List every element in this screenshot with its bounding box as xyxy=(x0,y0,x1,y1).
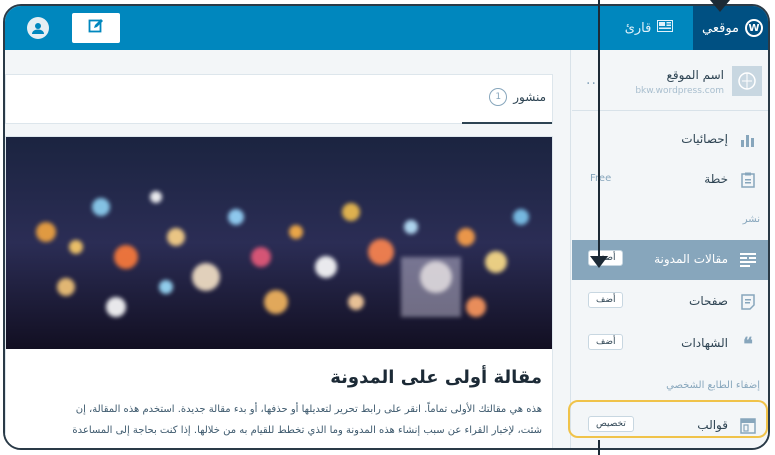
edit-icon xyxy=(88,18,104,38)
post-title[interactable]: مقالة أولى على المدونة xyxy=(330,367,542,388)
sidebar-item-label: الشهادات xyxy=(681,336,728,350)
post-excerpt-line-1: هذه هي مقالتك الأولى تماماً. انقر على را… xyxy=(75,404,542,415)
pages-icon xyxy=(738,292,758,312)
testimonials-icon: ❝ xyxy=(743,333,753,355)
plan-badge: Free xyxy=(590,173,612,184)
tab-published-label: منشور xyxy=(513,90,546,104)
site-icon xyxy=(732,66,762,96)
post-card[interactable]: مقالة أولى على المدونة هذه هي مقالتك الأ… xyxy=(5,136,553,448)
sidebar-item-pages[interactable]: صفحات أضف xyxy=(572,282,768,322)
sidebar-item-label: إحصائيات xyxy=(681,132,728,146)
post-excerpt-line-3: ... xyxy=(12,441,542,448)
user-avatar-icon[interactable] xyxy=(27,17,49,39)
callout-line-posts xyxy=(598,0,600,262)
reader-button[interactable]: قارئ xyxy=(605,6,693,50)
wordpress-logo-icon: W xyxy=(745,19,764,37)
masterbar: قارئ W موقعي xyxy=(5,6,768,50)
site-header[interactable]: اسم الموقع bkw.wordpress.com ... xyxy=(572,50,768,111)
sidebar-item-testimonials[interactable]: ❝ الشهادات أضف xyxy=(572,324,768,364)
section-label-publish: نشر xyxy=(742,214,760,225)
stats-icon xyxy=(738,130,758,150)
callout-arrow-mysite xyxy=(710,0,730,12)
sidebar: اسم الموقع bkw.wordpress.com ... إحصائيا… xyxy=(570,50,768,448)
tab-count-badge: 1 xyxy=(489,88,508,106)
site-title: اسم الموقع xyxy=(666,68,724,82)
themes-highlight xyxy=(568,400,768,438)
site-url: bkw.wordpress.com xyxy=(635,86,724,96)
reader-label: قارئ xyxy=(624,20,652,36)
section-label-personalize: إضفاء الطابع الشخصي xyxy=(666,380,760,391)
app-window: قارئ W موقعي منشور 1 مقالة أولى على المد… xyxy=(3,4,770,450)
write-button[interactable] xyxy=(72,13,120,43)
callout-arrow-posts xyxy=(590,256,608,268)
main-content: منشور 1 مقالة أولى على المدونة هذه هي مق… xyxy=(5,50,570,448)
sidebar-item-label: مقالات المدونة xyxy=(654,252,728,266)
add-page-button[interactable]: أضف xyxy=(588,292,624,308)
post-excerpt: هذه هي مقالتك الأولى تماماً. انقر على را… xyxy=(12,399,542,448)
sidebar-item-label: خطة xyxy=(704,172,728,186)
tab-active-indicator xyxy=(462,122,552,124)
reader-icon xyxy=(657,20,674,36)
post-excerpt-line-2: شئت، لإخبار القراء عن سبب إنشاء هذه المد… xyxy=(72,425,542,436)
post-filter-tabs: منشور 1 xyxy=(5,74,553,124)
tab-published[interactable]: منشور 1 xyxy=(489,88,546,106)
sidebar-item-stats[interactable]: إحصائيات xyxy=(572,120,768,160)
callout-line-themes xyxy=(598,440,600,455)
my-site-button[interactable]: W موقعي xyxy=(693,6,768,50)
sidebar-item-plan[interactable]: خطة Free xyxy=(572,160,768,200)
add-testimonial-button[interactable]: أضف xyxy=(588,334,624,350)
plan-icon xyxy=(738,170,758,190)
sidebar-item-label: صفحات xyxy=(689,294,728,308)
posts-icon xyxy=(738,250,758,270)
post-featured-image[interactable] xyxy=(6,137,552,349)
my-site-label: موقعي xyxy=(702,20,740,36)
